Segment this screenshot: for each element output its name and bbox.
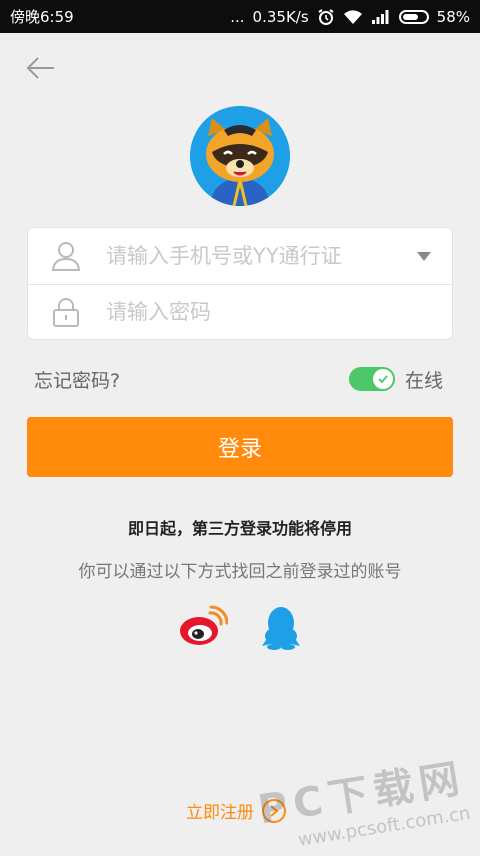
password-input[interactable]: [104, 299, 452, 325]
battery-icon: [398, 9, 429, 24]
online-toggle[interactable]: [349, 367, 395, 391]
third-party-notice: 即日起，第三方登录功能将停用: [127, 519, 352, 538]
login-form: [27, 227, 453, 340]
online-label: 在线: [405, 370, 444, 392]
recovery-notice: 你可以通过以下方式找回之前登录过的账号: [78, 562, 402, 582]
check-icon: [373, 369, 393, 389]
network-speed: 0.35K/s: [252, 7, 309, 26]
login-button[interactable]: 登录: [27, 417, 453, 477]
register-label: 立即注册: [186, 803, 254, 823]
user-icon: [28, 240, 104, 272]
signal-icon: [371, 9, 391, 25]
back-arrow-icon[interactable]: [22, 52, 58, 84]
lock-icon: [28, 297, 104, 327]
status-bar: 傍晚6:59 ... 0.35K/s 58%: [0, 0, 480, 33]
status-dots: ...: [230, 7, 245, 26]
watermark: PC下载网 www.pcsoft.com.cn: [254, 745, 472, 856]
battery-percent: 58%: [436, 7, 470, 26]
avatar: [190, 106, 290, 206]
chevron-down-icon[interactable]: [396, 251, 452, 261]
wifi-icon: [343, 9, 363, 25]
status-right: ... 0.35K/s 58%: [230, 8, 470, 26]
password-row: [28, 284, 452, 340]
forgot-password-link[interactable]: 忘记密码?: [34, 366, 120, 393]
qq-icon[interactable]: [260, 604, 302, 650]
account-input[interactable]: [104, 243, 396, 269]
alarm-icon: [317, 8, 335, 26]
weibo-icon[interactable]: [178, 605, 229, 647]
status-time: 傍晚6:59: [10, 8, 74, 26]
account-row: [28, 228, 452, 285]
